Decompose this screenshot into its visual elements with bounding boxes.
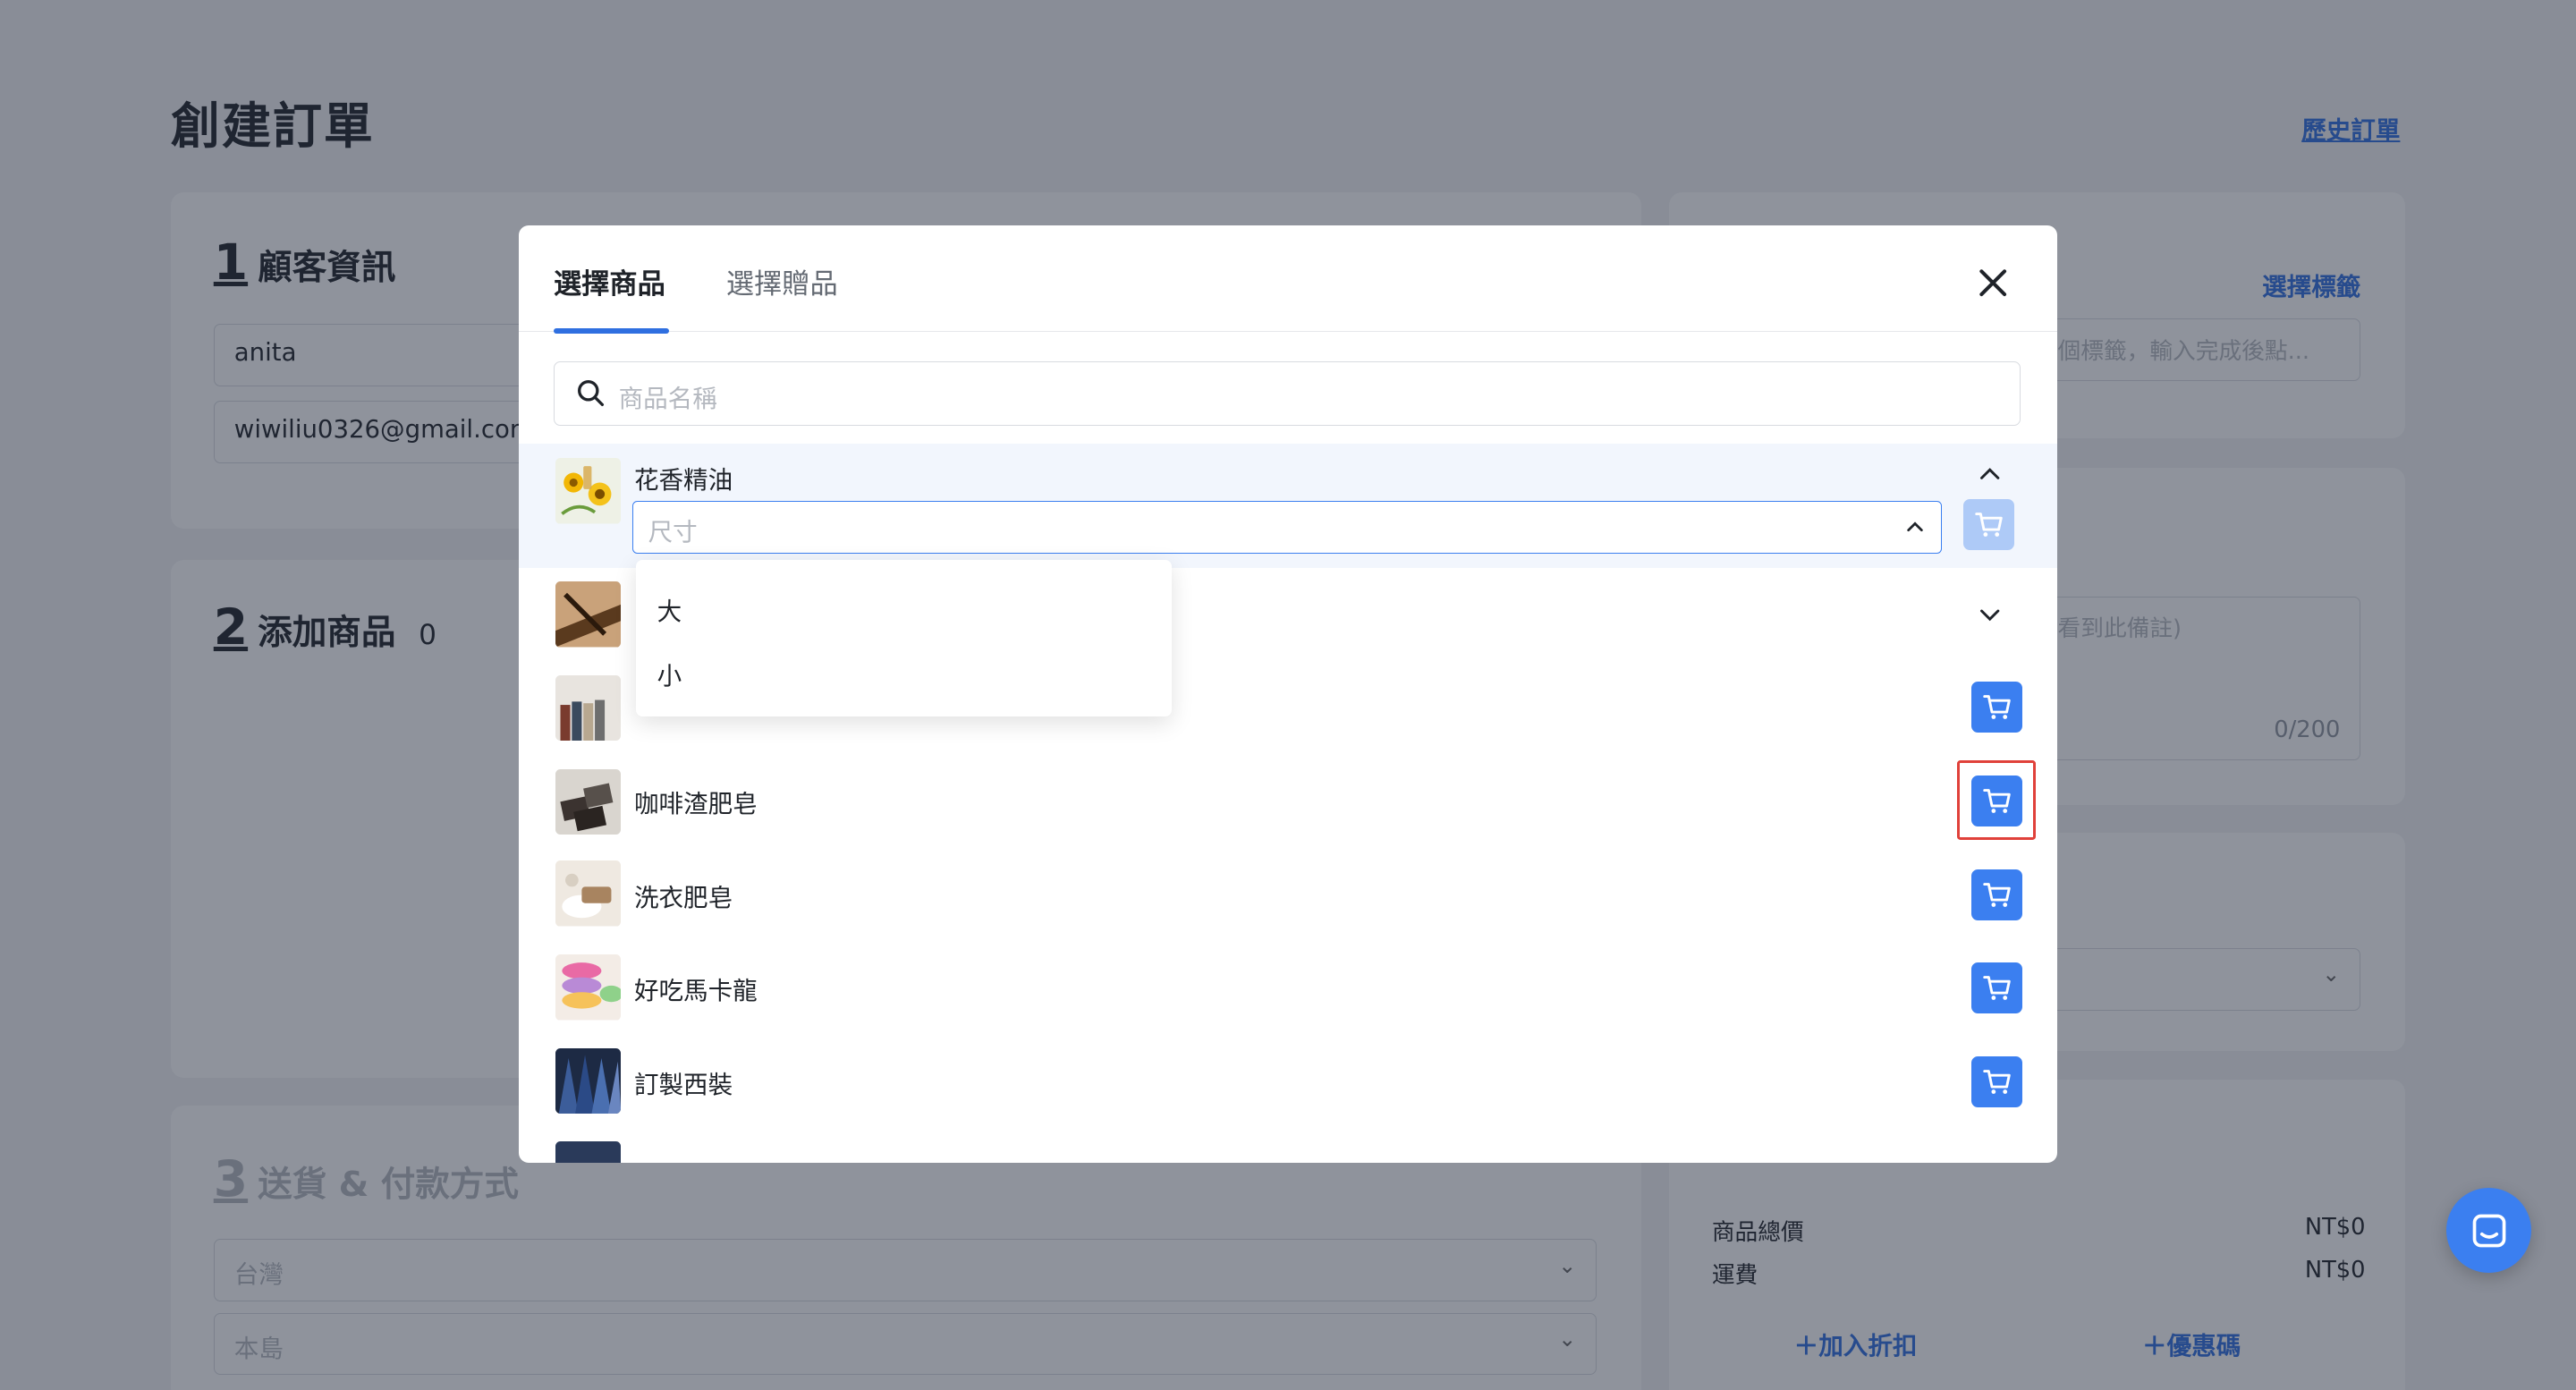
product-row[interactable]: 咖啡渣肥皂 <box>519 754 2056 848</box>
cart-icon <box>1983 976 2011 1001</box>
search-icon <box>577 380 604 407</box>
size-placeholder: 尺寸 <box>648 518 698 547</box>
chevron-down-icon[interactable] <box>1977 601 2003 627</box>
add-to-cart-button[interactable] <box>1971 1055 2022 1107</box>
chat-icon <box>2472 1214 2505 1248</box>
product-thumbnail <box>555 581 622 648</box>
close-icon[interactable] <box>1975 265 2011 301</box>
cart-icon <box>1983 882 2011 907</box>
product-name: 花香精油 <box>633 466 733 496</box>
product-row[interactable]: 洗衣肥皂 <box>519 848 2056 942</box>
product-thumbnail <box>555 458 622 524</box>
product-row[interactable] <box>519 1129 2056 1164</box>
product-list: 花香精油 尺寸 咖啡渣肥皂 洗衣肥皂 好吃馬卡龍 訂製西裝 <box>519 443 2057 1164</box>
chat-button[interactable] <box>2445 1187 2532 1274</box>
product-thumbnail <box>555 860 622 927</box>
chevron-up-icon[interactable] <box>1977 462 2003 487</box>
product-name: 好吃馬卡龍 <box>633 977 758 1006</box>
modal-tabs: 選擇商品 選擇贈品 <box>519 225 2057 334</box>
product-search-input[interactable]: 商品名稱 <box>553 361 2021 426</box>
tab-select-products[interactable]: 選擇商品 <box>554 261 665 301</box>
add-to-cart-button[interactable] <box>1971 869 2022 920</box>
product-name: 訂製西裝 <box>633 1071 733 1100</box>
search-placeholder: 商品名稱 <box>618 385 717 414</box>
product-name: 洗衣肥皂 <box>633 883 733 912</box>
product-thumbnail <box>555 954 622 1021</box>
size-option-small[interactable]: 小 <box>657 656 682 691</box>
chevron-up-icon <box>1906 521 1923 531</box>
product-thumbnail <box>555 674 622 742</box>
highlight-box <box>1956 760 2036 840</box>
product-row[interactable]: 花香精油 尺寸 <box>519 443 2057 569</box>
tab-select-gifts[interactable]: 選擇贈品 <box>726 261 838 301</box>
product-thumbnail <box>555 1141 622 1164</box>
cart-icon <box>1983 1070 2011 1094</box>
size-select[interactable]: 尺寸 <box>632 501 1942 554</box>
add-to-cart-button[interactable] <box>1971 962 2022 1014</box>
cart-icon <box>1983 695 2011 720</box>
size-option-large[interactable]: 大 <box>657 591 682 627</box>
size-dropdown-menu: 大 小 <box>635 560 1172 716</box>
add-to-cart-button[interactable] <box>1962 499 2014 551</box>
active-tab-indicator <box>553 328 669 334</box>
product-thumbnail <box>555 768 622 835</box>
product-row[interactable]: 訂製西裝 <box>519 1035 2056 1129</box>
product-name: 咖啡渣肥皂 <box>633 790 758 819</box>
product-thumbnail <box>555 1047 622 1115</box>
add-to-cart-button[interactable] <box>1971 682 2022 733</box>
product-row[interactable]: 好吃馬卡龍 <box>519 941 2056 1035</box>
cart-icon <box>1975 513 2003 538</box>
